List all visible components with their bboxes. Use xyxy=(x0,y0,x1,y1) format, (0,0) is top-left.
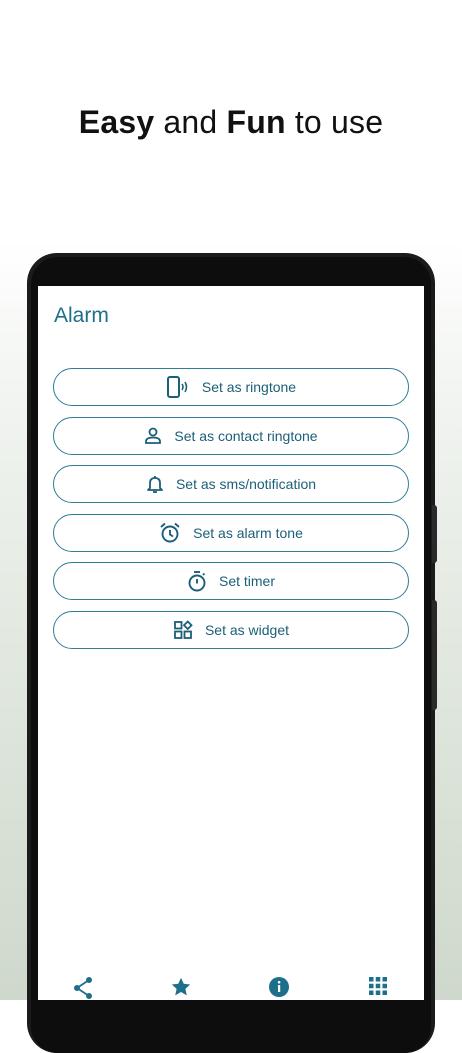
set-widget-label: Set as widget xyxy=(204,621,290,638)
volume-button xyxy=(432,505,437,563)
headline-easy: Easy xyxy=(78,104,155,140)
widget-icon xyxy=(173,619,193,640)
person-icon xyxy=(144,427,162,445)
app-screen: Alarm Set as ringtone Set as contact rin… xyxy=(38,286,424,1000)
set-timer-button[interactable]: Set timer xyxy=(53,562,409,600)
set-timer-label: Set timer xyxy=(218,573,275,589)
star-icon[interactable] xyxy=(170,976,192,1000)
share-icon[interactable] xyxy=(72,976,94,1000)
options-list: Set as ringtone Set as contact ringtone … xyxy=(53,368,409,659)
set-ringtone-button[interactable]: Set as ringtone xyxy=(53,368,409,406)
set-ringtone-label: Set as ringtone xyxy=(201,379,297,395)
power-button xyxy=(432,600,437,710)
screen-title: Alarm xyxy=(54,304,109,327)
set-contact-ringtone-button[interactable]: Set as contact ringtone xyxy=(53,416,409,455)
headline-and: and xyxy=(154,104,227,140)
set-alarm-tone-button[interactable]: Set as alarm tone xyxy=(53,513,409,552)
timer-icon xyxy=(187,570,207,592)
bell-icon xyxy=(146,474,164,494)
info-icon[interactable] xyxy=(268,976,290,1000)
alarm-clock-icon xyxy=(159,522,181,544)
headline: Easy and Fun to use xyxy=(0,104,462,141)
set-alarm-tone-label: Set as alarm tone xyxy=(193,524,303,541)
phone-ring-icon xyxy=(166,376,190,398)
apps-grid-icon[interactable] xyxy=(368,976,388,1000)
headline-fun: Fun xyxy=(226,104,286,140)
bottom-nav xyxy=(38,970,424,1000)
headline-to-use: to use xyxy=(285,104,384,140)
set-sms-notification-label: Set as sms/notification xyxy=(175,476,317,492)
set-contact-ringtone-label: Set as contact ringtone xyxy=(174,427,318,444)
set-widget-button[interactable]: Set as widget xyxy=(53,610,409,649)
set-sms-notification-button[interactable]: Set as sms/notification xyxy=(53,465,409,503)
